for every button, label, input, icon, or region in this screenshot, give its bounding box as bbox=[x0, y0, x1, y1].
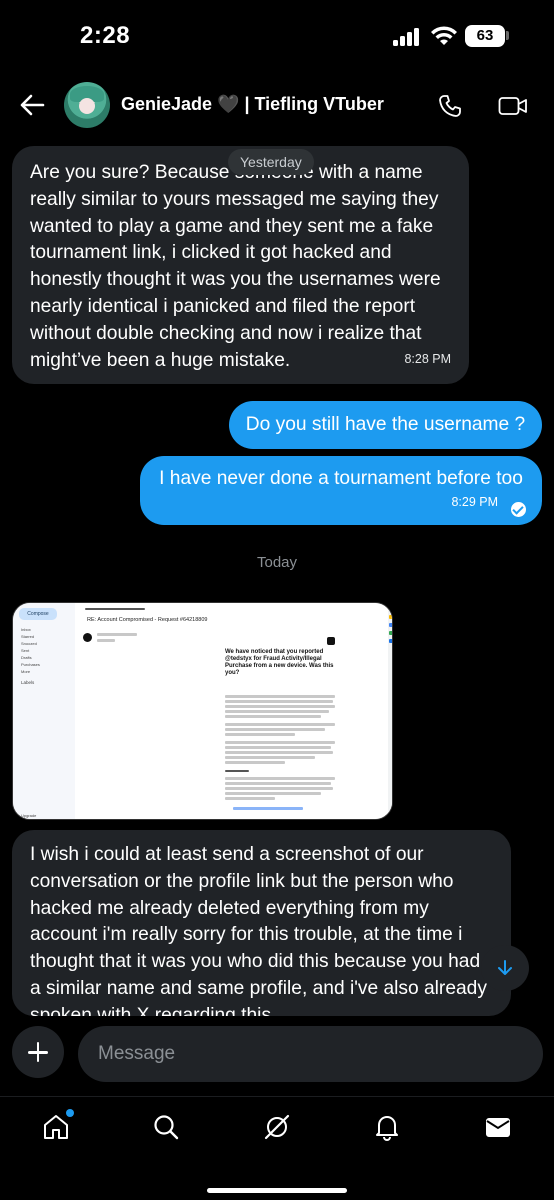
grok-icon bbox=[264, 1114, 290, 1140]
message-text: Do you still have the username ? bbox=[245, 414, 526, 435]
message-input[interactable] bbox=[78, 1026, 543, 1082]
status-bar: 2:28 63 bbox=[0, 0, 554, 72]
nav-item: Purchases bbox=[21, 662, 40, 667]
panel-icon bbox=[389, 615, 392, 619]
search-icon bbox=[154, 1115, 179, 1140]
tab-home[interactable] bbox=[36, 1107, 76, 1147]
phone-icon[interactable] bbox=[438, 94, 462, 118]
tab-search[interactable] bbox=[146, 1107, 186, 1147]
message-time: 8:29 PM bbox=[451, 495, 498, 510]
email-sidebar: Compose Inbox Starred Snoozed Sent Draft… bbox=[13, 603, 75, 819]
status-time: 2:28 bbox=[80, 22, 131, 49]
panel-icon bbox=[389, 631, 392, 635]
add-attachment-button[interactable] bbox=[12, 1026, 64, 1078]
conversation-header: GenieJade 🖤 | Tiefling VTuber bbox=[0, 72, 554, 142]
message-text: I wish i could at least send a screensho… bbox=[30, 844, 487, 1016]
email-subject: RE: Account Compromised - Request #64218… bbox=[87, 617, 208, 623]
home-indicator bbox=[207, 1188, 347, 1193]
sender-line bbox=[97, 633, 137, 636]
arrow-down-icon bbox=[498, 960, 512, 975]
email-body-line bbox=[225, 756, 315, 759]
day-divider-yesterday: Yesterday bbox=[228, 149, 314, 175]
email-body-line bbox=[225, 777, 335, 780]
panel-icon bbox=[389, 623, 392, 627]
back-arrow-icon[interactable] bbox=[18, 92, 46, 118]
email-body-line bbox=[225, 751, 333, 754]
email-body-line bbox=[225, 741, 335, 744]
email-body-line bbox=[225, 746, 331, 749]
email-body-line bbox=[225, 761, 285, 764]
avatar[interactable] bbox=[64, 82, 110, 128]
message-bubble-outgoing[interactable]: Do you still have the username ? bbox=[229, 401, 542, 449]
home-icon bbox=[44, 1115, 68, 1139]
email-body-line bbox=[225, 770, 249, 772]
message-text: Are you sure? Because someone with a nam… bbox=[30, 162, 441, 371]
tab-messages[interactable] bbox=[478, 1107, 518, 1147]
scroll-to-bottom-button[interactable] bbox=[481, 945, 529, 991]
email-headline: We have noticed that you reported @tedst… bbox=[225, 649, 334, 676]
x-logo-icon bbox=[327, 637, 335, 645]
contact-name[interactable]: GenieJade 🖤 | Tiefling VTuber bbox=[121, 94, 384, 115]
email-card: We have noticed that you reported @tedst… bbox=[225, 637, 337, 819]
email-body-line bbox=[225, 787, 333, 790]
message-time: 8:28 PM bbox=[404, 352, 451, 367]
email-body-line bbox=[225, 792, 321, 795]
message-bubble-incoming[interactable]: I wish i could at least send a screensho… bbox=[12, 830, 511, 1016]
message-bubble-outgoing[interactable]: I have never done a tournament before to… bbox=[140, 456, 542, 525]
notification-dot bbox=[66, 1109, 74, 1117]
compose-button: Compose bbox=[19, 608, 57, 620]
nav-item: Inbox bbox=[21, 627, 31, 632]
email-body-line bbox=[225, 733, 295, 736]
email-body-line bbox=[225, 715, 321, 718]
nav-item: Drafts bbox=[21, 655, 32, 660]
envelope-icon bbox=[486, 1118, 510, 1137]
panel-icon bbox=[389, 639, 392, 643]
message-composer bbox=[0, 1016, 554, 1096]
nav-item: Starred bbox=[21, 634, 35, 639]
battery-tip bbox=[506, 31, 509, 40]
read-receipt-icon bbox=[511, 502, 526, 517]
email-body-line bbox=[225, 797, 275, 800]
bottom-tab-bar bbox=[0, 1096, 554, 1200]
email-body-line bbox=[225, 695, 335, 698]
tab-grok[interactable] bbox=[257, 1107, 297, 1147]
email-toolbar bbox=[85, 608, 145, 610]
email-body-line bbox=[225, 723, 335, 726]
nav-item: More bbox=[21, 669, 31, 674]
email-body-line bbox=[225, 728, 325, 731]
day-divider-today: Today bbox=[256, 554, 298, 571]
video-call-icon[interactable] bbox=[498, 96, 528, 116]
labels-heading: Labels bbox=[21, 680, 35, 685]
email-body-line bbox=[225, 705, 335, 708]
email-body-line bbox=[225, 710, 329, 713]
nav-item: Snoozed bbox=[21, 641, 37, 646]
cellular-signal-icon bbox=[393, 28, 423, 46]
battery-indicator: 63 bbox=[465, 25, 505, 47]
message-bubble-incoming[interactable]: Are you sure? Because someone with a nam… bbox=[12, 146, 469, 384]
tab-notifications[interactable] bbox=[367, 1107, 407, 1147]
email-link bbox=[233, 807, 303, 810]
nav-item: Sent bbox=[21, 648, 30, 653]
sender-avatar bbox=[83, 633, 92, 642]
email-view: RE: Account Compromised - Request #64218… bbox=[75, 603, 392, 819]
email-side-panel bbox=[388, 603, 392, 819]
email-body-line bbox=[225, 782, 331, 785]
attached-screenshot[interactable]: Compose Inbox Starred Snoozed Sent Draft… bbox=[12, 602, 393, 820]
bell-icon bbox=[376, 1116, 398, 1141]
wifi-icon bbox=[431, 26, 457, 45]
email-body-line bbox=[225, 700, 333, 703]
avatar-face bbox=[79, 98, 95, 114]
upgrade-link: Upgrade bbox=[21, 813, 37, 818]
sender-line bbox=[97, 639, 115, 642]
